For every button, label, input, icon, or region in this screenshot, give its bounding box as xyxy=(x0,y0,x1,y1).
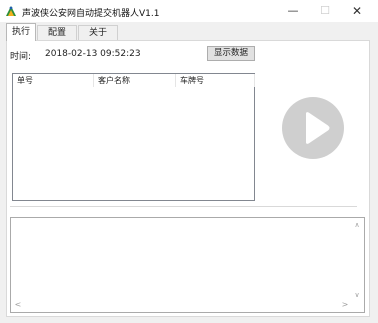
play-icon[interactable] xyxy=(281,96,345,160)
column-header-customer-name[interactable]: 客户名称 xyxy=(93,74,175,87)
tab-about[interactable]: 关于 xyxy=(78,25,118,40)
time-value: 2018-02-13 09:52:23 xyxy=(45,49,141,59)
app-window: 声波侠公安网自动提交机器人V1.1 — ☐ ✕ 执行 配置 关于 时间: 201… xyxy=(0,0,378,323)
chevron-up-icon[interactable]: ∧ xyxy=(352,220,362,230)
orders-list[interactable]: 单号 客户名称 车牌号 xyxy=(12,73,255,201)
show-data-button[interactable]: 显示数据 xyxy=(207,46,255,61)
time-label: 时间: xyxy=(10,52,32,62)
title-bar[interactable]: 声波侠公安网自动提交机器人V1.1 — ☐ ✕ xyxy=(0,0,378,22)
tab-execute[interactable]: 执行 xyxy=(6,23,36,41)
minimize-button[interactable]: — xyxy=(278,0,308,22)
column-divider xyxy=(254,74,255,87)
chevron-right-icon[interactable]: > xyxy=(340,300,350,310)
maximize-button[interactable]: ☐ xyxy=(310,0,340,22)
tab-config[interactable]: 配置 xyxy=(37,25,77,40)
close-button[interactable]: ✕ xyxy=(342,0,372,22)
column-header-plate-no[interactable]: 车牌号 xyxy=(175,74,254,87)
list-header: 单号 客户名称 车牌号 xyxy=(13,74,255,87)
chevron-down-icon[interactable]: ∨ xyxy=(352,290,362,300)
log-output[interactable]: ∧ ∨ < > xyxy=(10,217,365,313)
app-logo-icon xyxy=(6,6,16,16)
chevron-left-icon[interactable]: < xyxy=(13,300,23,310)
divider xyxy=(10,206,357,207)
column-header-order-no[interactable]: 单号 xyxy=(13,74,93,87)
window-title: 声波侠公安网自动提交机器人V1.1 xyxy=(22,9,160,19)
